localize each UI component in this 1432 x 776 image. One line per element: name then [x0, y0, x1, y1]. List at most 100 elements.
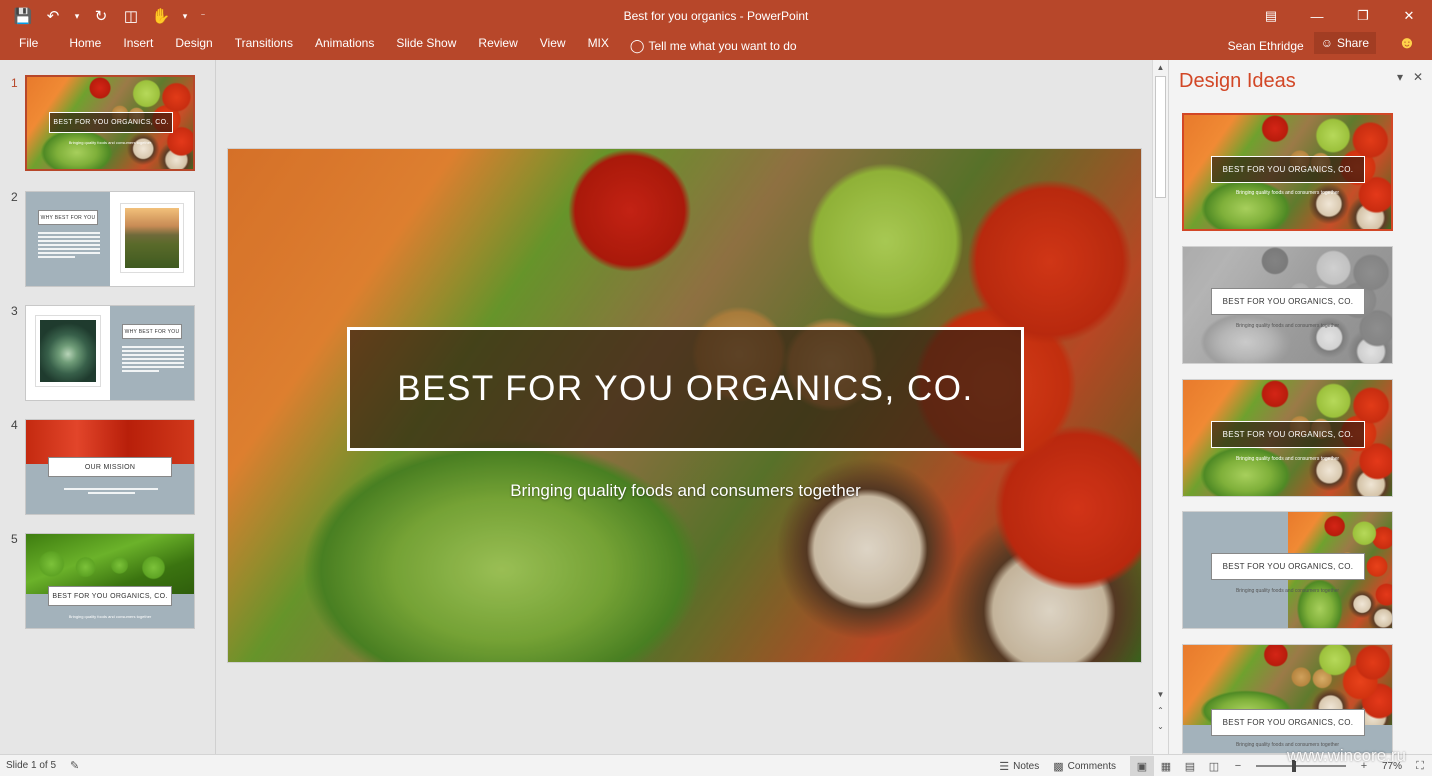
- zoom-out-icon[interactable]: −: [1226, 756, 1250, 776]
- thumbnail-number: 4: [11, 418, 18, 432]
- slide-editor: BEST FOR YOU ORGANICS, CO. Bringing qual…: [217, 60, 1152, 754]
- window-controls: ▤ — ❐ ✕: [1248, 0, 1432, 32]
- thumbnail-subtitle: Bringing quality foods and consumers tog…: [68, 614, 152, 619]
- tell-me-box[interactable]: ◯ Tell me what you want to do: [630, 32, 797, 60]
- tab-design[interactable]: Design: [164, 32, 223, 60]
- slide-title-box[interactable]: BEST FOR YOU ORGANICS, CO.: [347, 327, 1024, 451]
- idea-subtitle: Bringing quality foods and consumers tog…: [1235, 190, 1340, 196]
- design-ideas-pane: Design Ideas ▾ ✕ BEST FOR YOU ORGANICS, …: [1168, 60, 1432, 754]
- close-icon[interactable]: ✕: [1386, 0, 1432, 32]
- watermark-text: www.wincore.ru: [1286, 746, 1406, 765]
- fit-to-window-icon[interactable]: ⛶: [1408, 756, 1432, 776]
- restore-icon[interactable]: ❐: [1340, 0, 1386, 32]
- person-icon: ☺: [1320, 36, 1333, 50]
- pane-options-icon[interactable]: ▾: [1397, 70, 1403, 84]
- scroll-down-icon[interactable]: ▼: [1153, 688, 1168, 702]
- thumbnail-body-text: [64, 488, 158, 496]
- slide-title: BEST FOR YOU ORGANICS, CO.: [397, 369, 974, 408]
- pane-close-icon[interactable]: ✕: [1413, 70, 1423, 84]
- thumbnail-number: 1: [11, 76, 18, 90]
- thumbnail-title: BEST FOR YOU ORGANICS, CO.: [48, 586, 172, 606]
- thumbnail-title: OUR MISSION: [48, 457, 172, 477]
- thumbnail-body-text: [122, 346, 184, 374]
- slide-show-icon[interactable]: ◫: [1202, 756, 1226, 776]
- tab-insert[interactable]: Insert: [112, 32, 164, 60]
- next-slide-icon[interactable]: ⌄: [1153, 720, 1168, 734]
- landscape-image: [125, 208, 179, 268]
- customize-icon[interactable]: ⁻: [194, 0, 212, 32]
- slide-subtitle[interactable]: Bringing quality foods and consumers tog…: [228, 481, 1141, 501]
- thumbnail-photo: [36, 316, 100, 386]
- tab-view[interactable]: View: [529, 32, 577, 60]
- spelling-check-icon[interactable]: ✎: [70, 759, 79, 772]
- idea-subtitle: Bringing quality foods and consumers tog…: [1235, 456, 1340, 462]
- editor-scrollbar[interactable]: ▲ ▼ ⌃ ⌄: [1152, 60, 1168, 754]
- thumbnail-subtitle: Bringing quality foods and consumers tog…: [68, 140, 152, 145]
- status-bar: Slide 1 of 5 ✎ ☰ Notes ▩ Comments ▣ ▦ ▤ …: [0, 754, 1432, 776]
- ribbon-tabs: File Home Insert Design Transitions Anim…: [0, 32, 1432, 60]
- tab-mix[interactable]: MIX: [577, 32, 620, 60]
- save-icon[interactable]: 💾: [8, 0, 38, 32]
- design-idea-1[interactable]: BEST FOR YOU ORGANICS, CO. Bringing qual…: [1182, 113, 1393, 231]
- peas-image: [26, 534, 194, 594]
- tab-slide-show[interactable]: Slide Show: [385, 32, 467, 60]
- notes-button[interactable]: ☰ Notes: [999, 760, 1039, 773]
- reading-view-icon[interactable]: ▤: [1178, 756, 1202, 776]
- slide-thumbnails-pane: 1 BEST FOR YOU ORGANICS, CO. Bringing qu…: [0, 60, 216, 754]
- scrollbar-thumb[interactable]: [1155, 76, 1166, 198]
- slide-thumbnail-5[interactable]: BEST FOR YOU ORGANICS, CO. Bringing qual…: [25, 533, 195, 629]
- design-idea-5[interactable]: BEST FOR YOU ORGANICS, CO. Bringing qual…: [1182, 644, 1393, 754]
- tab-review[interactable]: Review: [467, 32, 528, 60]
- powerpoint-window: 💾 ↶ ▾ ↻ ◫ ✋ ▾ ⁻ Best for you organics - …: [0, 0, 1432, 776]
- touch-mode-icon[interactable]: ✋: [146, 0, 176, 32]
- normal-view-icon[interactable]: ▣: [1129, 756, 1154, 776]
- present-icon[interactable]: ◫: [116, 0, 146, 32]
- comments-button[interactable]: ▩ Comments: [1053, 760, 1116, 773]
- design-idea-2[interactable]: BEST FOR YOU ORGANICS, CO. Bringing qual…: [1182, 246, 1393, 364]
- slide-thumbnail-4[interactable]: OUR MISSION: [25, 419, 195, 515]
- comments-label: Comments: [1067, 760, 1116, 772]
- current-slide[interactable]: BEST FOR YOU ORGANICS, CO. Bringing qual…: [227, 148, 1142, 663]
- tab-transitions[interactable]: Transitions: [224, 32, 304, 60]
- scroll-up-icon[interactable]: ▲: [1153, 61, 1168, 75]
- design-idea-4[interactable]: BEST FOR YOU ORGANICS, CO. Bringing qual…: [1182, 511, 1393, 629]
- slide-sorter-icon[interactable]: ▦: [1154, 756, 1178, 776]
- idea-subtitle: Bringing quality foods and consumers tog…: [1235, 588, 1340, 594]
- minimize-icon[interactable]: —: [1294, 0, 1340, 32]
- share-button[interactable]: ☺ Share: [1313, 32, 1376, 54]
- comment-icon: ▩: [1053, 760, 1064, 773]
- idea-title: BEST FOR YOU ORGANICS, CO.: [1211, 156, 1365, 183]
- status-left: Slide 1 of 5 ✎: [0, 759, 83, 772]
- thumbnail-number: 2: [11, 190, 18, 204]
- window-title: Best for you organics - PowerPoint: [623, 9, 809, 23]
- previous-slide-icon[interactable]: ⌃: [1153, 704, 1168, 718]
- share-label: Share: [1336, 36, 1369, 50]
- undo-icon[interactable]: ↶: [38, 0, 68, 32]
- user-name[interactable]: Sean Ethridge: [1228, 35, 1304, 57]
- tell-me-text: Tell me what you want to do: [648, 39, 797, 53]
- slide-thumbnail-2[interactable]: WHY BEST FOR YOU: [25, 191, 195, 287]
- tab-file[interactable]: File: [0, 32, 58, 60]
- thumbnail-title: WHY BEST FOR YOU: [38, 210, 98, 225]
- slide-thumbnail-3[interactable]: WHY BEST FOR YOU: [25, 305, 195, 401]
- lightbulb-icon: ◯: [629, 38, 645, 53]
- redo-icon[interactable]: ↻: [86, 0, 116, 32]
- thumbnail-number: 3: [11, 304, 18, 318]
- title-bar: 💾 ↶ ▾ ↻ ◫ ✋ ▾ ⁻ Best for you organics - …: [0, 0, 1432, 32]
- thumbnail-photo: [121, 204, 183, 272]
- ribbon-display-icon[interactable]: ▤: [1248, 0, 1294, 32]
- design-ideas-title: Design Ideas: [1179, 70, 1296, 92]
- design-idea-3[interactable]: BEST FOR YOU ORGANICS, CO. Bringing qual…: [1182, 379, 1393, 497]
- idea-title: BEST FOR YOU ORGANICS, CO.: [1211, 288, 1365, 315]
- idea-title: BEST FOR YOU ORGANICS, CO.: [1211, 553, 1365, 580]
- slide-thumbnail-1[interactable]: BEST FOR YOU ORGANICS, CO. Bringing qual…: [25, 75, 195, 171]
- idea-title: BEST FOR YOU ORGANICS, CO.: [1211, 421, 1365, 448]
- undo-dropdown-icon[interactable]: ▾: [68, 0, 86, 32]
- idea-title: BEST FOR YOU ORGANICS, CO.: [1211, 709, 1365, 736]
- tab-home[interactable]: Home: [58, 32, 112, 60]
- thumbnail-body-text: [38, 232, 100, 260]
- touch-dropdown-icon[interactable]: ▾: [176, 0, 194, 32]
- slide-count: Slide 1 of 5: [6, 760, 57, 771]
- tab-animations[interactable]: Animations: [304, 32, 385, 60]
- feedback-smiley-icon[interactable]: ☻: [1396, 32, 1418, 54]
